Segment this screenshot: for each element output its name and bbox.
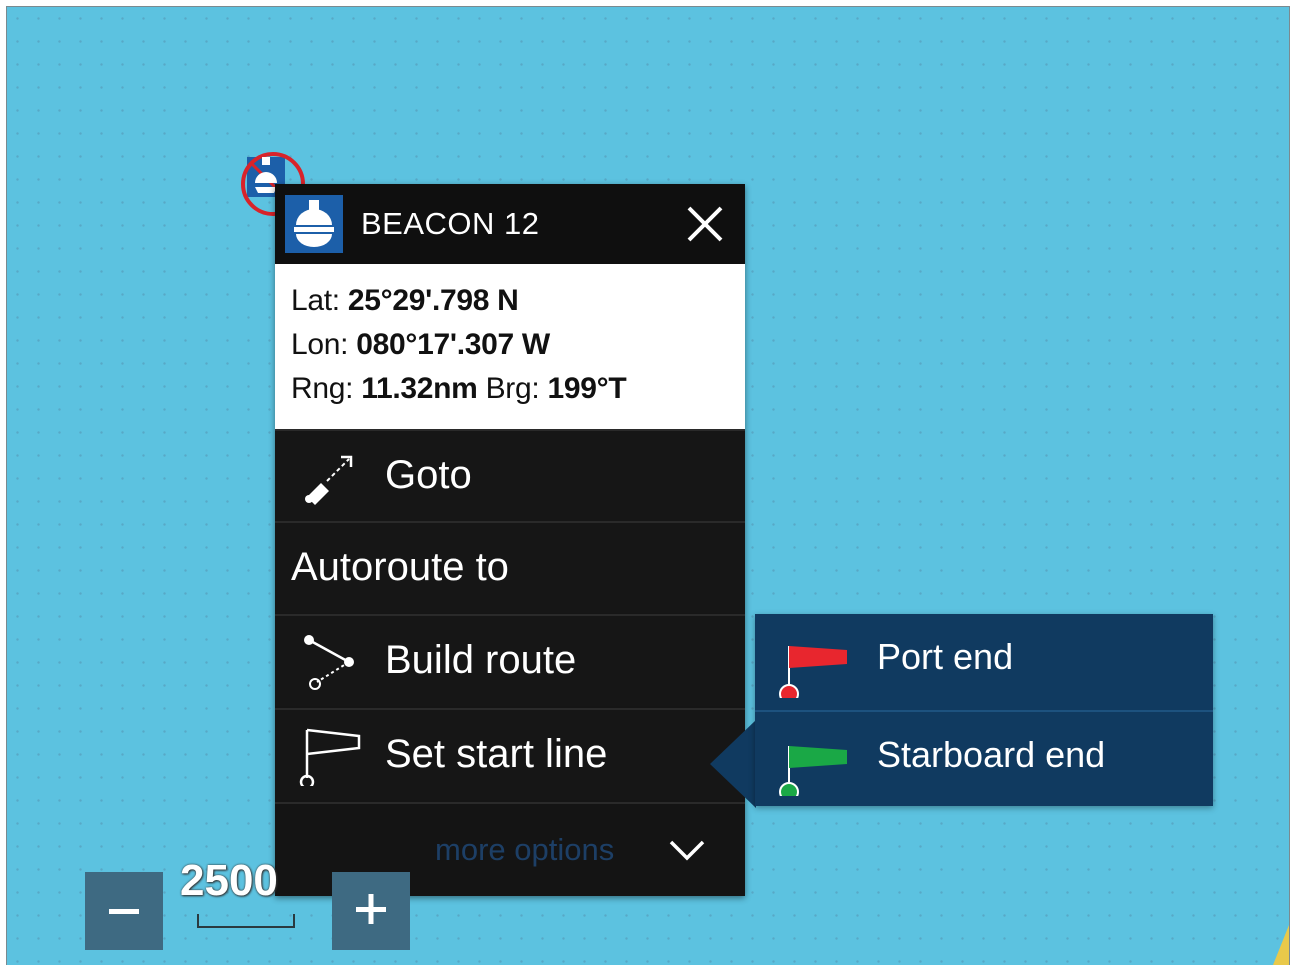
port-flag-icon bbox=[779, 646, 847, 698]
set-start-line-label: Set start line bbox=[385, 732, 608, 776]
starboard-end-item[interactable]: Starboard end bbox=[755, 712, 1213, 808]
autoroute-label: Autoroute to bbox=[291, 545, 509, 589]
brg-label: Brg: bbox=[485, 372, 540, 405]
set-start-line-menu-item[interactable]: Set start line bbox=[275, 708, 745, 800]
lat-value: 25°29'.798 N bbox=[347, 284, 519, 317]
start-line-submenu: Port end Starboard end bbox=[755, 614, 1213, 806]
coastline bbox=[1273, 925, 1289, 965]
build-route-label: Build route bbox=[385, 638, 577, 682]
lat-label: Lat: bbox=[291, 284, 340, 317]
position-info: Lat: 25°29'.798 N Lon: 080°17'.307 W Rng… bbox=[275, 264, 745, 429]
more-options-label: more options bbox=[435, 832, 615, 867]
popup-title: BEACON 12 bbox=[361, 206, 540, 241]
range-bearing-row: Rng: 11.32nm Brg: 199°T bbox=[291, 372, 627, 406]
chevron-down-icon[interactable] bbox=[667, 834, 707, 864]
beacon-context-menu: BEACON 12 Lat: 25°29'.798 N Lon: 080°17'… bbox=[275, 184, 745, 896]
port-end-item[interactable]: Port end bbox=[755, 614, 1213, 710]
zoom-in-button[interactable] bbox=[332, 872, 410, 950]
starboard-end-label: Starboard end bbox=[877, 734, 1106, 775]
route-icon bbox=[304, 635, 354, 690]
goto-arrow-icon bbox=[305, 455, 353, 505]
minus-icon bbox=[109, 909, 139, 914]
rng-label: Rng: bbox=[291, 372, 354, 405]
goto-menu-item[interactable]: Goto bbox=[275, 429, 745, 521]
lon-label: Lon: bbox=[291, 328, 349, 361]
lon-value: 080°17'.307 W bbox=[356, 328, 550, 361]
latitude-row: Lat: 25°29'.798 N bbox=[291, 284, 519, 318]
zoom-out-button[interactable] bbox=[85, 872, 163, 950]
starboard-flag-icon bbox=[779, 746, 847, 796]
start-flag-icon bbox=[299, 728, 361, 786]
scale-label: 2500 bbox=[180, 856, 278, 905]
autoroute-menu-item[interactable]: Autoroute to bbox=[275, 521, 745, 613]
popup-header: BEACON 12 bbox=[275, 184, 745, 264]
submenu-pointer bbox=[710, 720, 756, 808]
close-icon[interactable] bbox=[675, 196, 735, 252]
brg-value: 199°T bbox=[547, 372, 627, 405]
scale-bar bbox=[197, 914, 295, 928]
port-end-label: Port end bbox=[877, 636, 1014, 677]
build-route-menu-item[interactable]: Build route bbox=[275, 614, 745, 706]
plus-icon bbox=[356, 894, 386, 924]
goto-label: Goto bbox=[385, 453, 472, 497]
beacon-icon bbox=[285, 195, 343, 253]
rng-value: 11.32nm bbox=[361, 372, 478, 405]
longitude-row: Lon: 080°17'.307 W bbox=[291, 328, 550, 362]
